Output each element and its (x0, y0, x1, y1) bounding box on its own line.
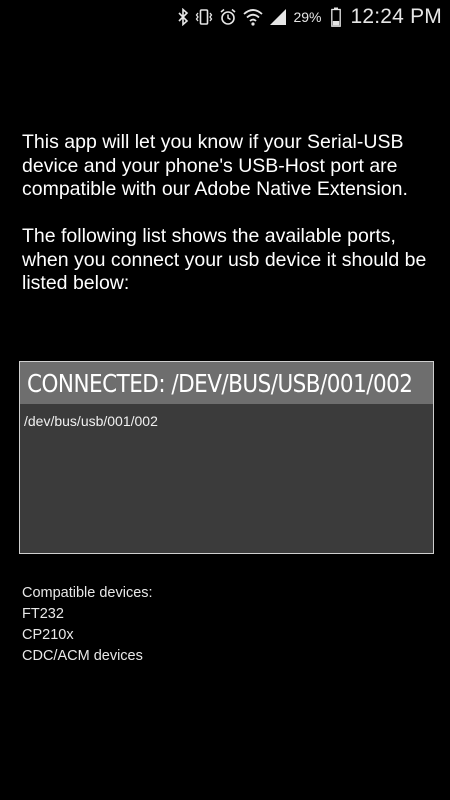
port-list: /dev/bus/usb/001/002 (24, 412, 429, 430)
battery-percent: 29% (293, 8, 322, 25)
wifi-icon (243, 8, 264, 26)
port-list-panel: CONNECTED: /DEV/BUS/USB/001/002 /dev/bus… (19, 361, 434, 554)
connection-status-label: CONNECTED: /DEV/BUS/USB/001/002 (27, 368, 413, 398)
intro-paragraph-1: This app will let you know if your Seria… (22, 131, 408, 200)
device-item: FT232 (22, 606, 64, 622)
intro-text: This app will let you know if your Seria… (22, 131, 442, 296)
status-bar: 29% 12:24 PM (0, 0, 450, 33)
device-item: CP210x (22, 627, 74, 643)
bluetooth-icon (177, 7, 189, 26)
compatible-devices: Compatible devices: FT232 CP210x CDC/ACM… (22, 583, 153, 667)
compatible-devices-heading: Compatible devices: (22, 585, 153, 601)
port-list-item[interactable]: /dev/bus/usb/001/002 (24, 412, 429, 430)
battery-icon (330, 7, 341, 27)
intro-paragraph-2: The following list shows the available p… (22, 225, 427, 294)
connection-status-header: CONNECTED: /DEV/BUS/USB/001/002 (20, 362, 433, 404)
clock: 12:24 PM (350, 4, 442, 28)
signal-icon (269, 8, 287, 26)
device-item: CDC/ACM devices (22, 648, 143, 664)
alarm-icon (219, 8, 237, 26)
vibrate-icon (195, 8, 213, 26)
